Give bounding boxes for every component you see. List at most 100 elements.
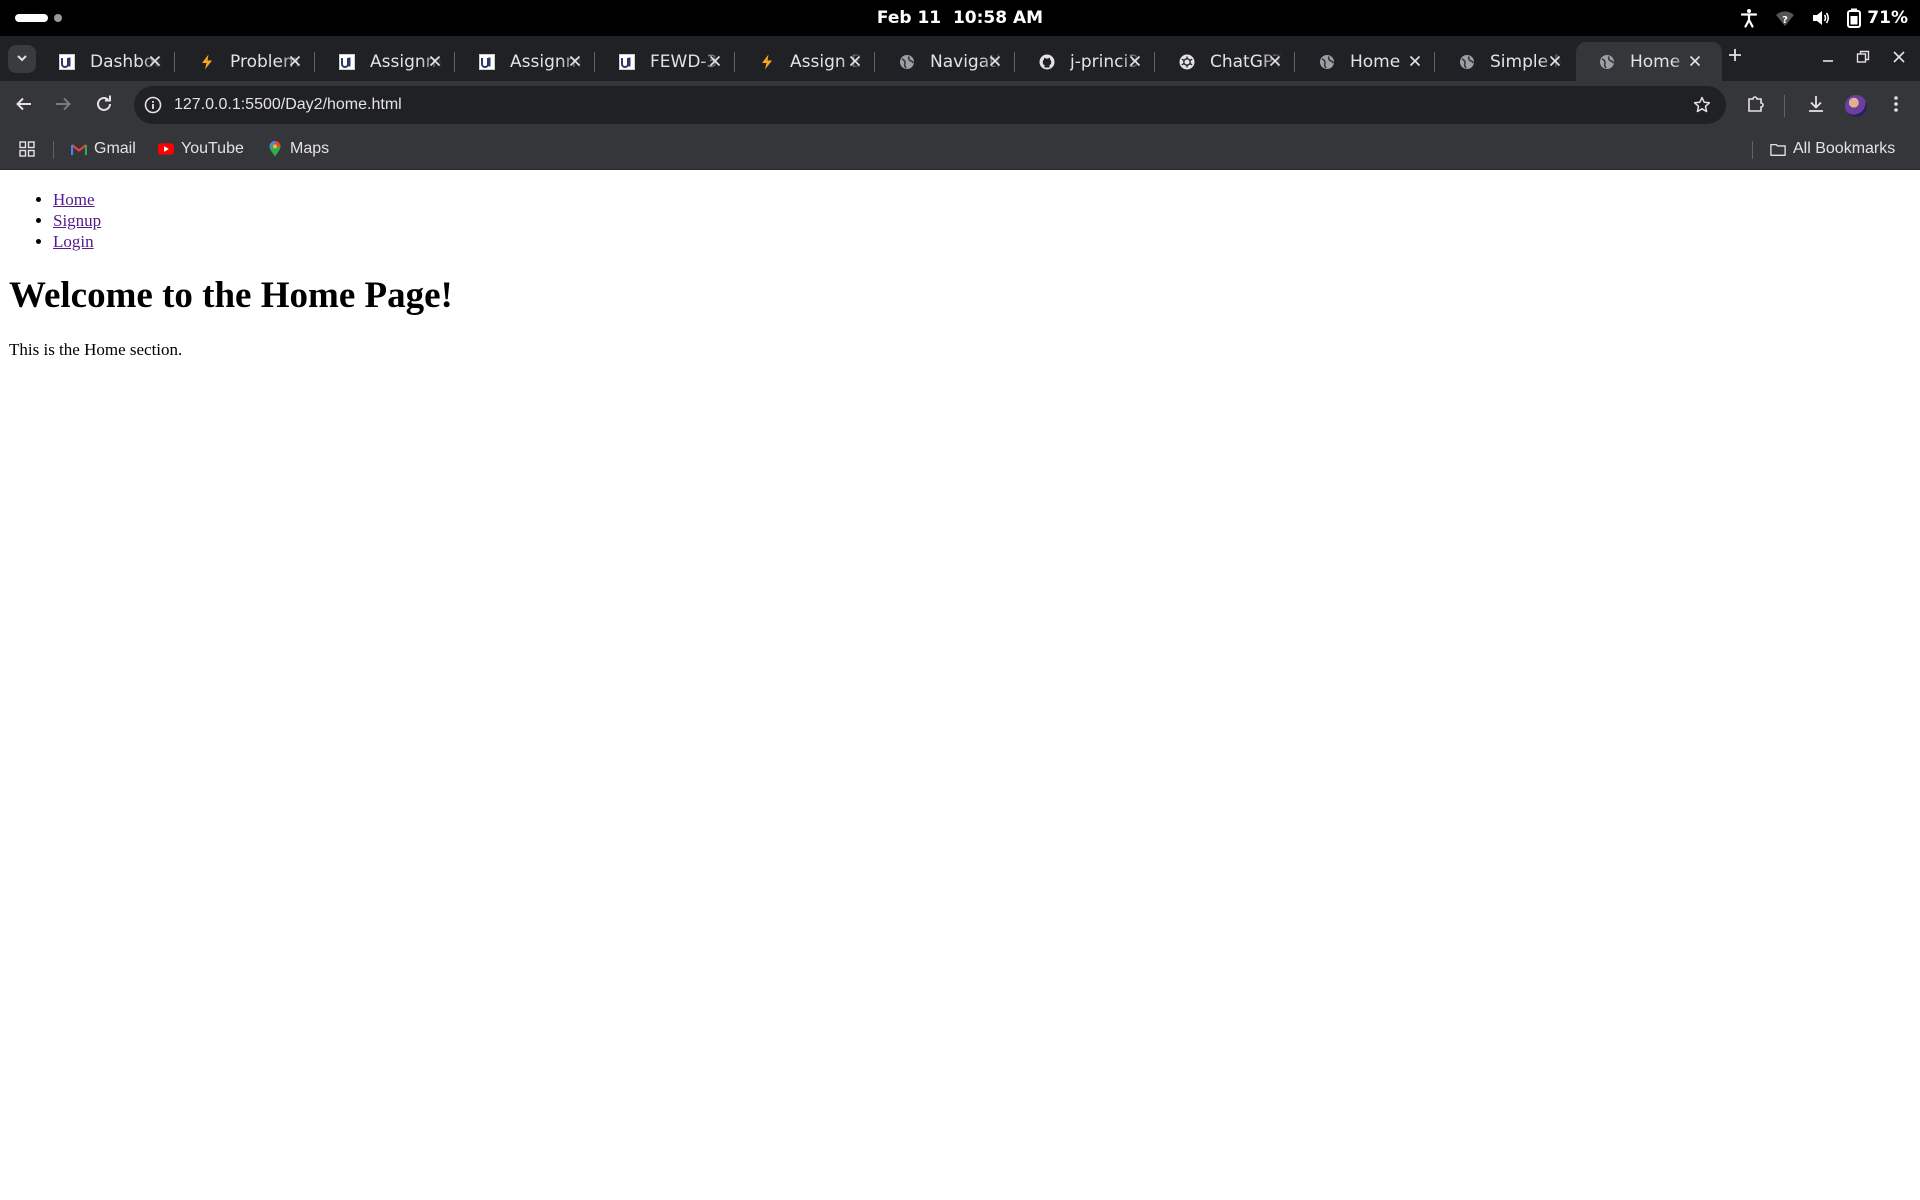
globe-icon [1458,53,1476,71]
wifi-unknown-icon[interactable]: ? [1775,8,1795,28]
minimize-button[interactable] [1816,46,1840,70]
system-tray: ? 71% [1739,0,1908,36]
tab-close-icon[interactable] [1686,52,1704,70]
lightning-icon [198,53,216,71]
page-heading: Welcome to the Home Page! [9,275,453,316]
bookmarks-separator [1752,141,1753,159]
bookmark-gmail[interactable]: Gmail [71,129,136,169]
nav-link-login[interactable]: Login [53,232,94,251]
tab[interactable]: j-princi3 [1024,42,1155,81]
clock-date[interactable]: Feb 11 [877,8,941,28]
tab-separator [874,52,875,72]
tab-search-button[interactable] [8,45,36,73]
extensions-button[interactable] [1743,93,1769,119]
tab[interactable]: Assignment [464,42,595,81]
downloads-button[interactable] [1803,93,1829,119]
tab-separator [594,52,595,72]
workspace-indicator[interactable] [54,14,62,22]
chatgpt-icon [1178,53,1196,71]
bookmark-maps[interactable]: Maps [267,129,329,169]
arrow-right-icon [54,95,72,117]
bookmark-star-icon[interactable] [1692,95,1712,115]
tab-strip: DashboardProblemAssignmentAssignmentFEWD… [0,36,1920,81]
clock-time[interactable]: 10:58 AM [953,8,1043,28]
tab-separator [314,52,315,72]
lightning-icon [758,53,776,71]
tab-close-icon[interactable] [566,52,584,70]
profile-avatar[interactable] [1845,95,1867,117]
tab[interactable]: ChatGPT [1164,42,1295,81]
accessibility-icon[interactable] [1739,8,1759,28]
browser-menu-button[interactable] [1883,93,1909,119]
bookmarks-bar: Gmail YouTube Maps All Bookmarks [0,129,1920,170]
globe-icon [1318,53,1336,71]
tab[interactable]: Problem [184,42,315,81]
bookmark-youtube[interactable]: YouTube [158,129,244,169]
tab-close-icon[interactable] [426,52,444,70]
tab-title: Home [1630,51,1681,72]
tab[interactable]: Simple N [1444,42,1574,81]
tab-close-icon[interactable] [146,52,164,70]
restore-button[interactable] [1851,46,1875,70]
new-tab-button[interactable] [1724,46,1746,68]
address-bar[interactable]: 127.0.0.1:5500/Day2/home.html [134,86,1726,124]
volume-icon[interactable] [1811,8,1831,28]
close-window-button[interactable] [1887,46,1911,70]
all-bookmarks-button[interactable]: All Bookmarks [1770,129,1895,169]
svg-text:?: ? [1782,15,1788,26]
tab[interactable]: Navigation [884,42,1015,81]
nav-item-signup: Signup [53,210,101,231]
nav-item-login: Login [53,231,101,252]
bookmark-label: Maps [290,140,330,157]
forward-button[interactable] [50,93,76,119]
page-viewport: Home Signup Login Welcome to the Home Pa… [0,170,1920,1200]
tab-close-icon[interactable] [1266,52,1284,70]
back-button[interactable] [11,93,37,119]
gmail-icon [71,141,87,157]
apps-button[interactable] [19,129,42,169]
download-icon [1806,94,1826,118]
arrow-left-icon [15,95,33,117]
restore-icon [1856,49,1870,68]
toolbar-divider [1784,95,1785,117]
battery-icon[interactable] [1847,8,1862,28]
university-icon [618,53,636,71]
site-info-icon[interactable] [143,95,163,115]
tab-close-icon[interactable] [1406,52,1424,70]
tab[interactable]: Assign E [744,42,875,81]
nav-link-home[interactable]: Home [53,190,95,209]
page-paragraph: This is the Home section. [9,340,183,359]
minimize-icon [1821,49,1835,68]
tab[interactable]: Home [1304,42,1435,81]
tab-separator [1154,52,1155,72]
tab-close-icon[interactable] [286,52,304,70]
tab-close-icon[interactable] [986,52,1004,70]
tab[interactable]: FEWD-3 [604,42,735,81]
plus-icon [1727,47,1743,67]
tab-separator [454,52,455,72]
maps-pin-icon [267,141,283,157]
tab[interactable]: Dashboard [44,42,175,81]
tab-close-icon[interactable] [706,52,724,70]
battery-percentage: 71% [1867,8,1908,28]
reload-icon [95,95,113,117]
apps-grid-icon [19,141,35,157]
url-text[interactable]: 127.0.0.1:5500/Day2/home.html [174,86,402,124]
github-icon [1038,53,1056,71]
tab-close-icon[interactable] [846,52,864,70]
tab-active[interactable]: Home [1576,42,1722,81]
workspace-indicator-active[interactable] [15,14,48,22]
kebab-menu-icon [1893,94,1899,118]
globe-icon [898,53,916,71]
tab-close-icon[interactable] [1546,52,1564,70]
youtube-icon [158,141,174,157]
tab-separator [174,52,175,72]
all-bookmarks-label: All Bookmarks [1793,140,1896,157]
reload-button[interactable] [91,93,117,119]
tab[interactable]: Assignment [324,42,455,81]
system-top-bar: Feb 11 10:58 AM ? 71% [0,0,1920,36]
nav-link-signup[interactable]: Signup [53,211,101,230]
tab-close-icon[interactable] [1126,52,1144,70]
nav-item-home: Home [53,189,101,210]
tab-separator [1434,52,1435,72]
